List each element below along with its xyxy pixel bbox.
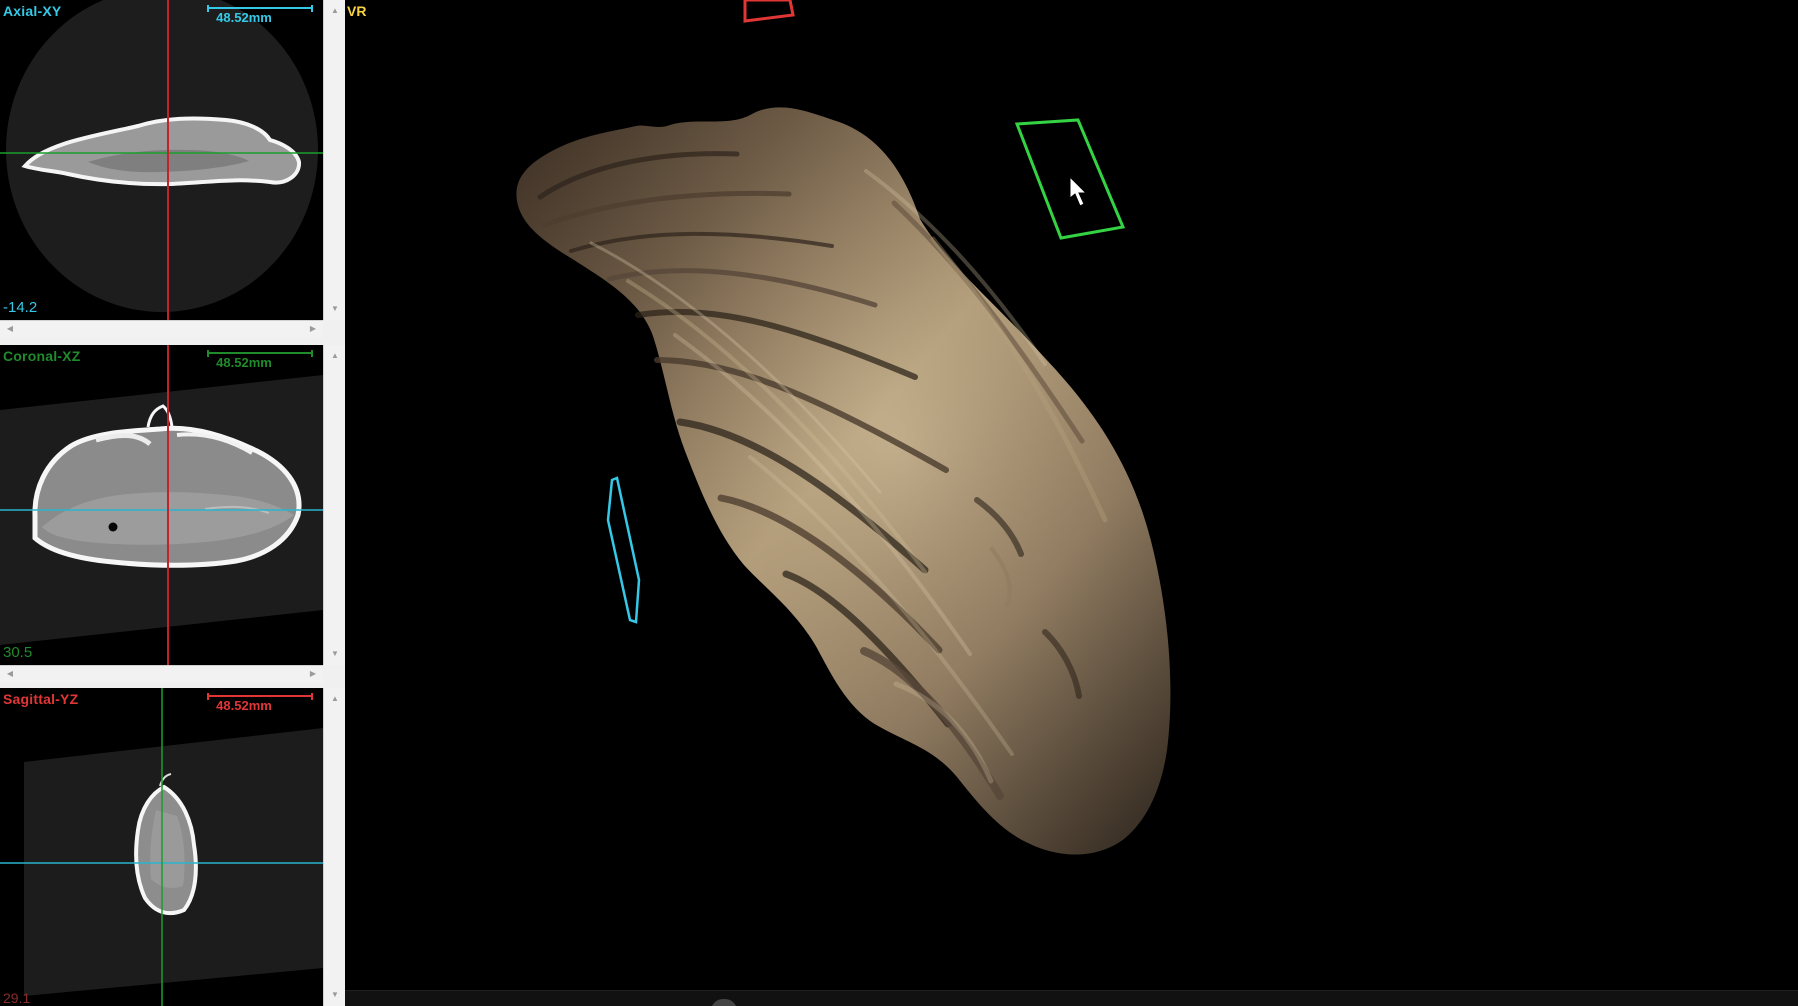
bottom-knob-icon xyxy=(711,999,737,1006)
cyan-clipping-plane[interactable] xyxy=(606,476,641,624)
mouse-pointer-icon xyxy=(1069,175,1088,207)
sagittal-scale-bar xyxy=(207,693,313,700)
sagittal-scroll-up-icon[interactable]: ▲ xyxy=(324,692,346,706)
coronal-slice-image xyxy=(0,345,323,665)
sagittal-scale-label: 48.52mm xyxy=(216,698,272,713)
axial-scroll-up-icon[interactable]: ▲ xyxy=(324,4,346,18)
ct-viewer-app: Axial-XY 48.52mm -14.2 ▲ ▼ ◀ ▶ Coronal-X… xyxy=(0,0,1798,1006)
red-clipping-plane[interactable] xyxy=(743,0,795,23)
coronal-view-label: Coronal-XZ xyxy=(3,348,81,364)
axial-view-canvas[interactable]: Axial-XY 48.52mm -14.2 xyxy=(0,0,323,320)
coronal-view-block: Coronal-XZ 48.52mm 30.5 ▲ ▼ ◀ ▶ xyxy=(0,345,345,688)
volume-render-view[interactable]: VR xyxy=(345,0,1798,990)
sagittal-slice-value: 29.1 xyxy=(3,990,31,1006)
coronal-scroll-up-icon[interactable]: ▲ xyxy=(324,349,346,363)
vr-view-label: VR xyxy=(347,3,367,19)
axial-scale-label: 48.52mm xyxy=(216,10,272,25)
sagittal-scroll-down-icon[interactable]: ▼ xyxy=(324,988,346,1002)
coronal-scroll-right-icon[interactable]: ▶ xyxy=(306,667,320,681)
axial-scroll-left-icon[interactable]: ◀ xyxy=(3,322,17,336)
left-slice-panel: Axial-XY 48.52mm -14.2 ▲ ▼ ◀ ▶ Coronal-X… xyxy=(0,0,345,1006)
axial-slice-image xyxy=(0,0,323,320)
coronal-scale-bar xyxy=(207,350,313,357)
coronal-scale-label: 48.52mm xyxy=(216,355,272,370)
axial-scroll-right-icon[interactable]: ▶ xyxy=(306,322,320,336)
axial-scale-bar xyxy=(207,5,313,12)
sagittal-view-label: Sagittal-YZ xyxy=(3,691,79,707)
coronal-scroll-down-icon[interactable]: ▼ xyxy=(324,647,346,661)
axial-vertical-scrollbar[interactable]: ▲ ▼ xyxy=(323,0,345,320)
sagittal-view-canvas[interactable]: Sagittal-YZ 48.52mm 29.1 xyxy=(0,688,323,1006)
coronal-slice-value: 30.5 xyxy=(3,644,33,661)
axial-scroll-down-icon[interactable]: ▼ xyxy=(324,302,346,316)
axial-view-label: Axial-XY xyxy=(3,3,62,19)
coronal-view-canvas[interactable]: Coronal-XZ 48.52mm 30.5 xyxy=(0,345,323,665)
sagittal-slice-image xyxy=(0,688,323,1006)
sagittal-vertical-scrollbar[interactable]: ▲ ▼ xyxy=(323,688,345,1006)
volume-render-canvas xyxy=(516,0,1171,855)
axial-horizontal-scrollbar[interactable]: ◀ ▶ xyxy=(0,320,323,338)
coronal-horizontal-scrollbar[interactable]: ◀ ▶ xyxy=(0,665,323,683)
sagittal-view-block: Sagittal-YZ 48.52mm 29.1 ▲ ▼ xyxy=(0,688,345,1006)
bottom-status-strip xyxy=(345,990,1798,1006)
axial-slice-value: -14.2 xyxy=(3,299,38,316)
coronal-scroll-left-icon[interactable]: ◀ xyxy=(3,667,17,681)
coronal-vertical-scrollbar[interactable]: ▲ ▼ xyxy=(323,345,345,665)
axial-view-block: Axial-XY 48.52mm -14.2 ▲ ▼ ◀ ▶ xyxy=(0,0,345,345)
